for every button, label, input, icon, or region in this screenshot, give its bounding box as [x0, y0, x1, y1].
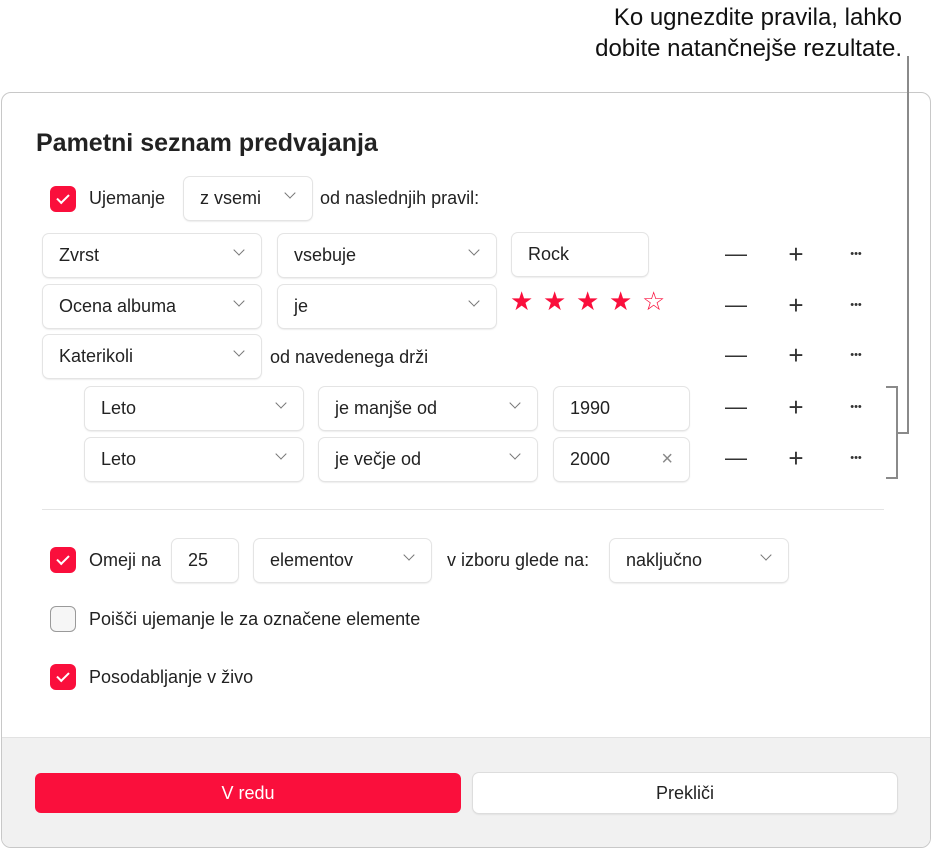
match-checkbox[interactable]	[50, 186, 76, 212]
rule-field-value: Ocena albuma	[59, 296, 176, 317]
match-suffix: od naslednjih pravil:	[320, 188, 479, 209]
rule-op-value: je manjše od	[335, 398, 437, 419]
add-rule-button[interactable]: +	[784, 392, 808, 423]
more-options-button[interactable]: •••	[844, 401, 868, 413]
more-options-button[interactable]: •••	[844, 299, 868, 311]
chevron-down-icon	[233, 244, 244, 255]
nesting-bracket	[886, 477, 897, 479]
callout-leader-line	[907, 56, 909, 434]
selected-by-label: v izboru glede na:	[447, 550, 589, 571]
rule-field-value: Katerikoli	[59, 346, 133, 367]
chevron-down-icon	[468, 244, 479, 255]
selected-by-value: naključno	[626, 550, 702, 571]
limit-input[interactable]: 25	[172, 539, 238, 582]
rule-3-suffix: od navedenega drži	[270, 347, 428, 368]
rule-1-field-select[interactable]: Zvrst	[43, 234, 261, 277]
dialog-title: Pametni seznam predvajanja	[36, 129, 378, 158]
chevron-down-icon	[233, 295, 244, 306]
divider	[42, 509, 884, 510]
star-filled-icon[interactable]: ★	[510, 286, 533, 317]
smart-playlist-dialog: Pametni seznam predvajanja Ujemanje z vs…	[1, 92, 931, 848]
nesting-bracket	[896, 386, 898, 479]
rule-field-value: Leto	[101, 449, 136, 470]
chevron-down-icon	[275, 448, 286, 459]
checked-only-checkbox[interactable]	[50, 606, 76, 632]
unit-value: elementov	[270, 550, 353, 571]
limit-unit-select[interactable]: elementov	[254, 539, 431, 582]
chevron-down-icon	[275, 397, 286, 408]
limit-checkbox[interactable]	[50, 547, 76, 573]
nested-rule-1-op-select[interactable]: je manjše od	[319, 387, 537, 430]
nested-rule-2-value-input[interactable]: 2000 ×	[554, 438, 689, 481]
nested-rule-2-field-select[interactable]: Leto	[85, 438, 303, 481]
limit-label: Omeji na	[89, 550, 161, 571]
star-filled-icon[interactable]: ★	[543, 286, 566, 317]
nested-rule-2-op-select[interactable]: je večje od	[319, 438, 537, 481]
cancel-button[interactable]: Prekliči	[473, 773, 897, 813]
more-options-button[interactable]: •••	[844, 349, 868, 361]
match-select[interactable]: z vsemi	[184, 177, 312, 220]
rule-1-op-select[interactable]: vsebuje	[278, 234, 496, 277]
callout: Ko ugnezdite pravila, lahko dobite natan…	[595, 2, 902, 64]
rule-2-field-select[interactable]: Ocena albuma	[43, 285, 261, 328]
callout-line-2: dobite natančnejše rezultate.	[595, 33, 902, 64]
chevron-down-icon	[233, 345, 244, 356]
callout-line-1: Ko ugnezdite pravila, lahko	[595, 2, 902, 33]
rule-field-value: Leto	[101, 398, 136, 419]
add-rule-button[interactable]: +	[784, 290, 808, 321]
add-rule-button[interactable]: +	[784, 340, 808, 371]
more-options-button[interactable]: •••	[844, 452, 868, 464]
match-select-value: z vsemi	[200, 188, 261, 209]
match-label: Ujemanje	[89, 188, 165, 209]
callout-leader-line	[897, 432, 909, 434]
add-rule-button[interactable]: +	[784, 239, 808, 270]
chevron-down-icon	[468, 295, 479, 306]
remove-rule-button[interactable]: —	[724, 394, 748, 420]
rule-2-op-select[interactable]: je	[278, 285, 496, 328]
chevron-down-icon	[284, 187, 295, 198]
star-filled-icon[interactable]: ★	[609, 286, 632, 317]
checked-only-label: Poišči ujemanje le za označene elemente	[89, 609, 420, 630]
add-rule-button[interactable]: +	[784, 443, 808, 474]
ok-button[interactable]: V redu	[35, 773, 461, 813]
live-update-checkbox[interactable]	[50, 664, 76, 690]
clear-icon[interactable]: ×	[661, 448, 673, 471]
rule-op-value: je	[294, 296, 308, 317]
live-update-label: Posodabljanje v živo	[89, 667, 253, 688]
star-filled-icon[interactable]: ★	[576, 286, 599, 317]
remove-rule-button[interactable]: —	[724, 292, 748, 318]
nested-rule-1-field-select[interactable]: Leto	[85, 387, 303, 430]
value-text: 2000	[570, 449, 610, 470]
chevron-down-icon	[509, 397, 520, 408]
selected-by-select[interactable]: naključno	[610, 539, 788, 582]
rule-3-field-select[interactable]: Katerikoli	[43, 335, 261, 378]
star-empty-icon[interactable]: ☆	[642, 286, 665, 317]
remove-rule-button[interactable]: —	[724, 342, 748, 368]
chevron-down-icon	[403, 549, 414, 560]
remove-rule-button[interactable]: —	[724, 241, 748, 267]
rule-1-value-input[interactable]: Rock	[512, 233, 648, 276]
more-options-button[interactable]: •••	[844, 248, 868, 260]
nested-rule-1-value-input[interactable]: 1990	[554, 387, 689, 430]
rule-op-value: je večje od	[335, 449, 421, 470]
chevron-down-icon	[760, 549, 771, 560]
remove-rule-button[interactable]: —	[724, 445, 748, 471]
rule-op-value: vsebuje	[294, 245, 356, 266]
rule-field-value: Zvrst	[59, 245, 99, 266]
chevron-down-icon	[509, 448, 520, 459]
nesting-bracket	[886, 386, 897, 388]
